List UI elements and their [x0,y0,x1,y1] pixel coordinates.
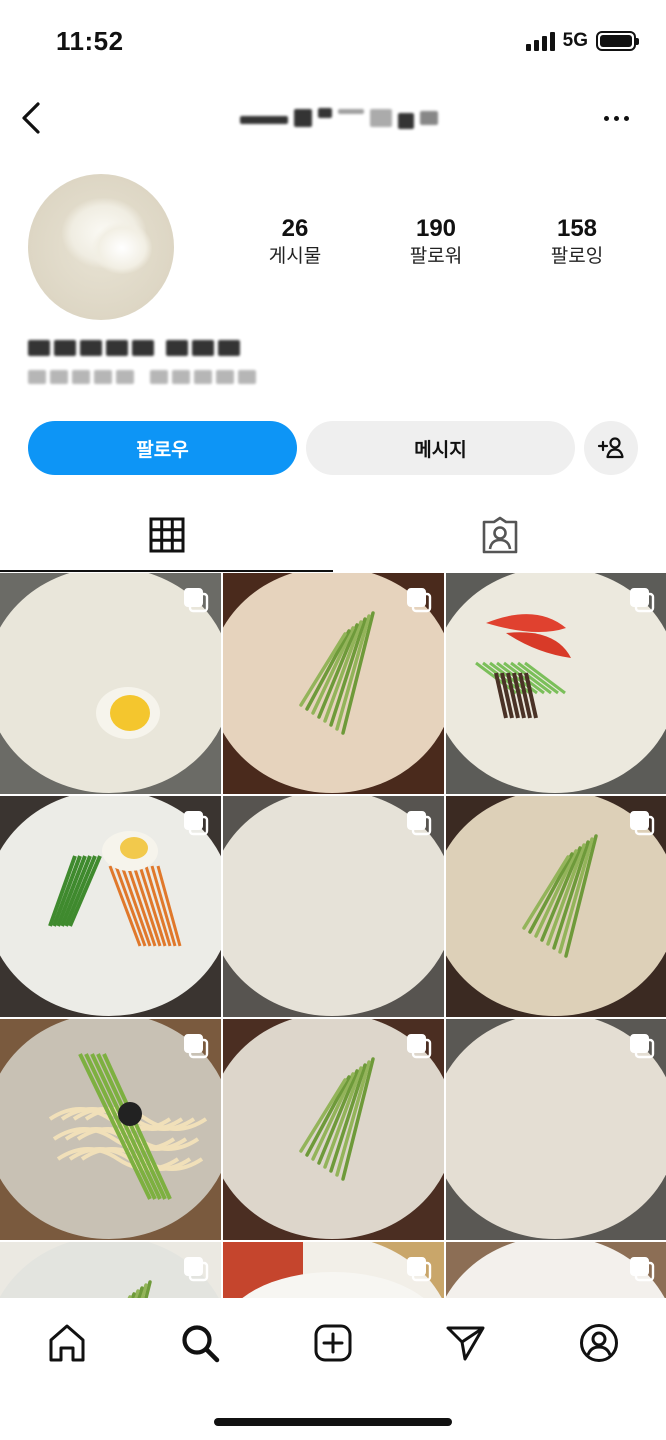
tagged-person-icon [482,516,517,553]
post-thumbnail[interactable] [446,1019,666,1240]
network-type: 5G [562,30,588,51]
profile-header [0,90,666,146]
home-indicator [214,1418,452,1426]
home-icon [49,1324,85,1362]
post-thumbnail[interactable] [0,796,221,1017]
battery-icon [596,31,639,51]
search-icon [182,1325,220,1363]
multiple-photos-icon [630,588,655,613]
post-thumbnail[interactable] [446,796,666,1017]
post-thumbnail[interactable] [446,573,666,794]
post-thumbnail[interactable] [0,1019,221,1240]
stat-value: 26 [281,215,309,242]
display-name-redacted [28,336,240,360]
multiple-photos-icon [184,1034,209,1059]
chevron-left-icon [22,102,40,134]
profile-stats: 26 게시물 190 팔로워 158 팔로잉 [230,214,642,270]
status-bar: 11:52 5G [0,0,666,84]
add-person-icon [597,437,624,459]
post-thumbnail[interactable] [0,1242,221,1298]
tab-posts[interactable] [0,500,333,572]
multiple-photos-icon [630,1257,655,1282]
message-button[interactable]: 메시지 [306,421,575,475]
post-thumbnail[interactable] [0,573,221,794]
tab-tagged[interactable] [333,500,666,572]
send-icon [446,1326,485,1361]
multiple-photos-icon [407,811,432,836]
post-thumbnail[interactable] [223,573,444,794]
posts-grid [0,573,666,1298]
stat-label: 게시물 [268,246,322,267]
username-redacted [240,104,440,132]
follow-button[interactable]: 팔로우 [28,421,297,475]
back-button[interactable] [10,94,54,142]
multiple-photos-icon [630,811,655,836]
suggested-accounts-button[interactable] [584,421,638,475]
stat-followers[interactable]: 190 팔로워 [371,214,501,270]
multiple-photos-icon [407,1257,432,1282]
nav-home[interactable] [39,1318,95,1368]
profile-tabs [0,500,666,572]
nav-search[interactable] [172,1318,228,1368]
stat-following[interactable]: 158 팔로잉 [512,214,642,270]
bottom-navigation [0,1298,666,1440]
more-options-button[interactable] [598,100,634,136]
stat-value: 158 [556,215,598,242]
grid-icon [149,517,184,553]
avatar[interactable] [28,174,174,320]
nav-direct[interactable] [438,1318,494,1368]
cellular-signal-icon [525,31,555,51]
multiple-photos-icon [184,1257,209,1282]
status-time: 11:52 [56,26,124,56]
stat-value: 190 [415,215,457,242]
nav-profile[interactable] [571,1318,627,1368]
stat-posts[interactable]: 26 게시물 [230,214,360,270]
multiple-photos-icon [407,1034,432,1059]
post-thumbnail[interactable] [446,1242,666,1298]
bio-redacted [28,366,256,388]
multiple-photos-icon [630,1034,655,1059]
multiple-photos-icon [184,588,209,613]
stat-label: 팔로워 [409,246,463,267]
post-thumbnail[interactable] [223,1242,444,1298]
nav-new-post[interactable] [305,1318,361,1368]
multiple-photos-icon [407,588,432,613]
post-thumbnail[interactable] [223,796,444,1017]
post-thumbnail[interactable] [223,1019,444,1240]
plus-square-icon [314,1324,352,1362]
profile-icon [580,1324,618,1362]
stat-label: 팔로잉 [550,246,604,267]
status-indicators: 5G [525,30,639,52]
multiple-photos-icon [184,811,209,836]
